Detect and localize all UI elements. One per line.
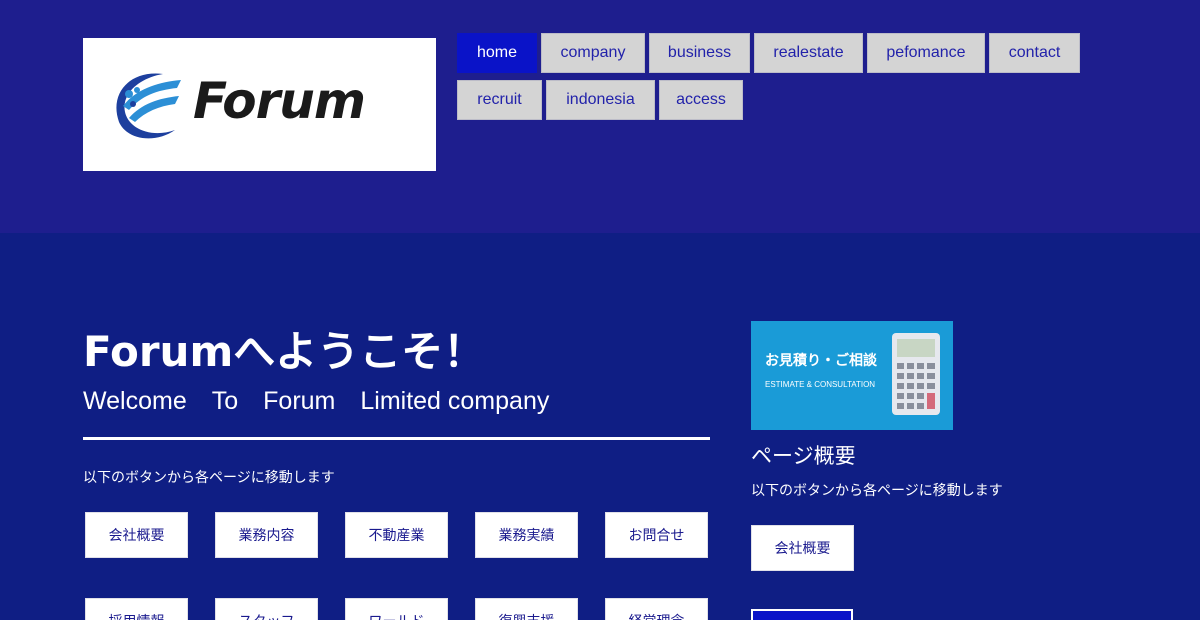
logo-wordmark: Forum bbox=[193, 72, 366, 130]
page-button-philosophy[interactable]: 経営理念 bbox=[605, 598, 708, 620]
page-title: Forumへようこそ！ bbox=[83, 327, 486, 376]
nav-recruit[interactable]: recruit bbox=[457, 80, 542, 120]
page-button-realestate[interactable]: 不動産業 bbox=[345, 512, 448, 558]
site-header: Forum home company business realestate p… bbox=[0, 0, 1200, 233]
intro-text: 以下のボタンから各ページに移動します bbox=[83, 470, 335, 486]
page-button-performance[interactable]: 業務実績 bbox=[475, 512, 578, 558]
estimate-banner[interactable]: お見積り・ご相談 ESTIMATE & CONSULTATION bbox=[751, 321, 953, 430]
banner-title: お見積り・ご相談 bbox=[765, 353, 877, 369]
nav-home[interactable]: home bbox=[457, 33, 537, 73]
page-button-staff[interactable]: スタッフ bbox=[215, 598, 318, 620]
nav-company[interactable]: company bbox=[541, 33, 645, 73]
page-button-recruit[interactable]: 採用情報 bbox=[85, 598, 188, 620]
site-logo[interactable]: Forum bbox=[83, 38, 436, 171]
calculator-icon bbox=[892, 333, 940, 415]
sidebar-title: ページ概要 bbox=[751, 444, 856, 468]
sidebar-button-company[interactable]: 会社概要 bbox=[751, 525, 854, 571]
page-button-recovery[interactable]: 復興支援 bbox=[475, 598, 578, 620]
nav-pefomance[interactable]: pefomance bbox=[867, 33, 985, 73]
page-button-contact[interactable]: お問合せ bbox=[605, 512, 708, 558]
page-button-company[interactable]: 会社概要 bbox=[85, 512, 188, 558]
nav-access[interactable]: access bbox=[659, 80, 743, 120]
sidebar-intro: 以下のボタンから各ページに移動します bbox=[751, 483, 1003, 499]
page-subtitle: Welcome To Forum Limited company bbox=[83, 387, 550, 415]
page-button-business[interactable]: 業務内容 bbox=[215, 512, 318, 558]
nav-business[interactable]: business bbox=[649, 33, 750, 73]
nav-indonesia[interactable]: indonesia bbox=[546, 80, 655, 120]
forum-emblem-icon bbox=[116, 73, 181, 139]
sidebar-button-secondary[interactable] bbox=[751, 609, 853, 620]
title-divider bbox=[83, 437, 710, 440]
page-button-world[interactable]: ワールド bbox=[345, 598, 448, 620]
nav-realestate[interactable]: realestate bbox=[754, 33, 863, 73]
nav-contact[interactable]: contact bbox=[989, 33, 1080, 73]
banner-subtitle: ESTIMATE & CONSULTATION bbox=[765, 380, 876, 389]
